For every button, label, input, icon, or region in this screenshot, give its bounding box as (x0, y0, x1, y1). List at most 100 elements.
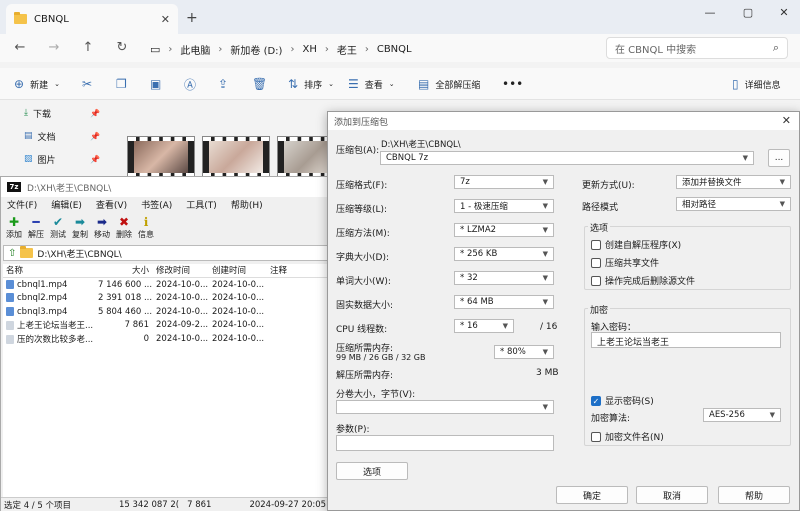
dict-select[interactable]: * 256 KB ▼ (454, 247, 554, 261)
ok-button[interactable]: 确定 (556, 486, 628, 504)
share-button[interactable]: ⇪ (218, 74, 228, 94)
col-comment[interactable]: 注释 (267, 264, 327, 277)
document-icon: ▤ (24, 131, 33, 141)
toolbar-3-button[interactable]: ➡ 复制 (71, 215, 89, 243)
toolbar-5-button[interactable]: ✖ 删除 (115, 215, 133, 243)
word-label: 单词大小(W): (336, 277, 391, 287)
sort-label: 排序 (304, 80, 323, 91)
toolbar-0-button[interactable]: ✚ 添加 (5, 215, 23, 243)
crumb-drive[interactable]: 新加卷 (D:) (230, 42, 282, 57)
crumb-laowang[interactable]: 老王 (337, 42, 357, 57)
col-size[interactable]: 大小 (95, 264, 153, 277)
7zip-path-bar[interactable]: ⇧ D:\XH\老王\CBNQL\ (3, 245, 329, 261)
close-window-button[interactable]: ✕ (774, 6, 794, 19)
sidebar-item-downloads[interactable]: ⤓ 下载 📌 (24, 104, 100, 122)
table-row[interactable]: cbnql1.mp4 7 146 600 ... 2024-10-0... 2024-… (3, 278, 329, 292)
cell: 7 146 600 ... (98, 279, 153, 290)
update-mode-select[interactable]: 添加并替换文件 ▼ (676, 175, 791, 189)
video-thumbnail[interactable] (202, 136, 270, 178)
table-row[interactable]: 压的次数比较多老... 0 2024-10-0... 2024-10-0... (3, 332, 329, 346)
method-select[interactable]: * LZMA2 ▼ (454, 223, 554, 237)
sort-button[interactable]: ⇅ 排序 ⌄ (288, 74, 334, 94)
file-icon (6, 321, 14, 331)
crumb-this-pc[interactable]: 此电脑 (180, 42, 210, 57)
table-row[interactable]: 上老王论坛当老王... 7 861 2024-09-2... 2024-10-0... (3, 319, 329, 333)
split-size-combo[interactable]: ▼ (336, 400, 554, 414)
threads-select[interactable]: * 16 ▼ (454, 319, 514, 333)
table-row[interactable]: cbnql2.mp4 2 391 018 ... 2024-10-0... 2024-… (3, 292, 329, 306)
menu-help[interactable]: 帮助(H) (231, 198, 263, 212)
menu-bookmarks[interactable]: 书签(A) (141, 198, 172, 212)
format-select[interactable]: 7z ▼ (454, 175, 554, 189)
sidebar-item-documents[interactable]: ▤ 文档 📌 (24, 127, 100, 145)
minimize-button[interactable]: — (700, 6, 720, 19)
toolbar-4-button[interactable]: ➡ 移动 (93, 215, 111, 243)
dialog-title: 添加到压缩包 (328, 112, 799, 130)
path-mode-label: 路径模式 (582, 203, 619, 213)
details-button[interactable]: ▯ 详细信息 (732, 74, 781, 94)
level-select[interactable]: 1 - 极速压缩 ▼ (454, 199, 554, 213)
encryption-method-select[interactable]: AES-256 ▼ (703, 408, 781, 422)
view-button[interactable]: ☰ 查看 ⌄ (348, 74, 395, 94)
forward-button[interactable]: → (46, 40, 62, 55)
refresh-button[interactable]: ↻ (114, 40, 130, 55)
new-tab-button[interactable]: + (186, 10, 198, 26)
close-icon[interactable]: ✕ (161, 13, 170, 26)
cancel-button[interactable]: 取消 (636, 486, 708, 504)
search-input[interactable]: 在 CBNQL 中搜索 ⌕ (606, 37, 788, 59)
menu-edit[interactable]: 编辑(E) (51, 198, 82, 212)
password-input[interactable]: 上老王论坛当老王 (591, 332, 781, 348)
help-button[interactable]: 帮助 (718, 486, 790, 504)
sfx-checkbox[interactable]: 创建自解压程序(X) (591, 238, 681, 251)
cell: 2024-10-0... (212, 320, 265, 331)
delete-button[interactable]: 🗑 (252, 74, 267, 94)
col-created[interactable]: 创建时间 (209, 264, 267, 277)
rename-button[interactable]: Ⓐ (184, 74, 196, 94)
more-button[interactable]: ••• (502, 74, 523, 94)
threads-value: * 16 (460, 321, 478, 331)
copy-button[interactable]: ❐ (116, 74, 127, 94)
maximize-button[interactable]: ▢ (738, 6, 758, 19)
cell: 上老王论坛当老王... (3, 319, 95, 331)
show-password-checkbox[interactable]: ✓ 显示密码(S) (591, 394, 654, 407)
col-name[interactable]: 名称 (3, 264, 95, 277)
col-modified[interactable]: 修改时间 (153, 264, 209, 277)
threads-total: / 16 (540, 322, 558, 332)
tab-cbnql[interactable]: CBNQL ✕ (6, 4, 178, 34)
menu-file[interactable]: 文件(F) (7, 198, 37, 212)
sidebar-item-pictures[interactable]: ▨ 图片 📌 (24, 150, 100, 168)
toolbar-1-button[interactable]: ━ 解压 (27, 215, 45, 243)
cut-button[interactable]: ✂ (82, 74, 92, 94)
toolbar-glyph-icon: ℹ (143, 215, 149, 229)
shared-files-checkbox[interactable]: 压缩共享文件 (591, 256, 659, 269)
options-button[interactable]: 选项 (336, 462, 408, 480)
up-folder-icon[interactable]: ⇧ (8, 248, 16, 259)
delete-after-checkbox[interactable]: 操作完成后删除源文件 (591, 274, 695, 287)
toolbar-label: 复制 (72, 230, 88, 239)
table-row[interactable]: cbnql3.mp4 5 804 460 ... 2024-10-0... 2024-… (3, 305, 329, 319)
level-value: 1 - 极速压缩 (460, 202, 508, 212)
paste-button[interactable]: ▣ (150, 74, 161, 94)
toolbar-2-button[interactable]: ✔ 测试 (49, 215, 67, 243)
path-mode-select[interactable]: 相对路径 ▼ (676, 197, 791, 211)
crumb-cbnql[interactable]: CBNQL (377, 44, 412, 55)
crumb-xh[interactable]: XH (302, 44, 316, 55)
browse-button[interactable]: ... (768, 149, 790, 167)
up-button[interactable]: ↑ (80, 40, 96, 55)
menu-view[interactable]: 查看(V) (96, 198, 127, 212)
new-button[interactable]: ⊕ 新建 ⌄ (14, 74, 60, 94)
extract-all-button[interactable]: ▤ 全部解压缩 (418, 74, 480, 94)
mem-percent-select[interactable]: * 80% ▼ (494, 345, 554, 359)
word-select[interactable]: * 32 ▼ (454, 271, 554, 285)
toolbar-6-button[interactable]: ℹ 信息 (137, 215, 155, 243)
archive-name-combo[interactable]: CBNQL 7z ▼ (380, 151, 754, 165)
close-icon[interactable]: ✕ (782, 114, 791, 127)
menu-tools[interactable]: 工具(T) (186, 198, 217, 212)
chevron-down-icon: ⌄ (54, 80, 60, 88)
encrypt-names-checkbox[interactable]: 加密文件名(N) (591, 430, 664, 443)
video-thumbnail[interactable] (127, 136, 195, 178)
back-button[interactable]: ← (12, 40, 28, 55)
toolbar-glyph-icon: ✖ (118, 215, 130, 229)
params-input[interactable] (336, 435, 554, 451)
solid-select[interactable]: * 64 MB ▼ (454, 295, 554, 309)
